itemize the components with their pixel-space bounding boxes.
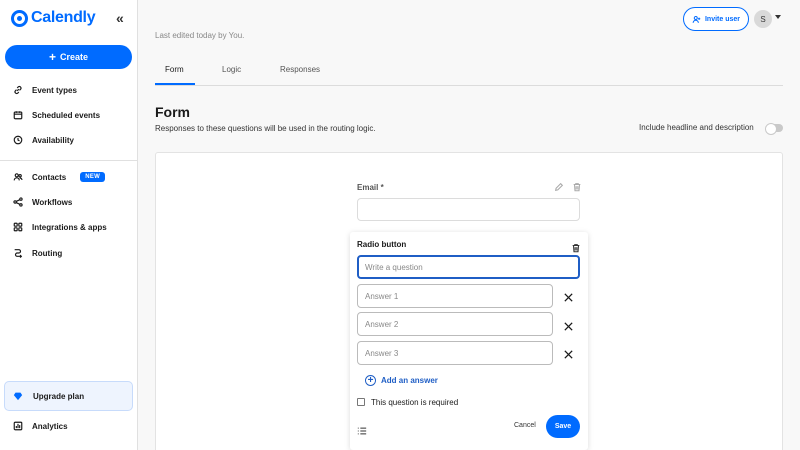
contacts-icon (12, 172, 23, 183)
new-badge: NEW (80, 172, 106, 182)
routing-icon (12, 248, 23, 259)
sidebar-item-workflows[interactable]: Workflows (12, 194, 72, 210)
radio-question-title: Radio button (357, 240, 407, 249)
close-icon[interactable] (563, 290, 574, 302)
required-checkbox-label: This question is required (371, 398, 459, 407)
sidebar-item-label: Availability (32, 135, 74, 145)
email-question-label: Email * (357, 183, 384, 192)
avatar[interactable]: S (754, 10, 772, 28)
sidebar-item-analytics[interactable]: Analytics (12, 418, 68, 434)
sidebar-item-upgrade-plan[interactable]: Upgrade plan (4, 381, 133, 411)
chevron-down-icon[interactable] (775, 15, 781, 19)
sidebar-item-label: Integrations & apps (32, 222, 107, 232)
share-nodes-icon (12, 197, 23, 208)
sidebar: Calendly « + Create Event types Schedule… (0, 0, 138, 450)
required-checkbox[interactable] (357, 398, 365, 406)
create-button[interactable]: + Create (5, 45, 132, 69)
headline-toggle[interactable] (765, 123, 783, 135)
save-button[interactable]: Save (546, 415, 580, 438)
sidebar-item-label: Routing (32, 248, 63, 258)
diamond-icon (13, 392, 23, 401)
invite-user-button[interactable]: Invite user (683, 7, 749, 31)
answer-input-3[interactable] (357, 341, 553, 365)
collapse-sidebar-icon[interactable]: « (116, 10, 124, 26)
app-name: Calendly (31, 9, 96, 26)
last-edited-text: Last edited today by You. (155, 31, 245, 40)
link-icon (12, 85, 23, 96)
clock-icon (12, 135, 23, 146)
email-field[interactable] (357, 198, 580, 221)
plus-icon: + (48, 50, 56, 64)
answer-input-1[interactable] (357, 284, 553, 308)
sidebar-item-label: Analytics (32, 421, 68, 431)
plus-circle-icon: + (365, 375, 376, 386)
close-icon[interactable] (563, 347, 574, 359)
sidebar-item-routing[interactable]: Routing (12, 245, 62, 261)
sidebar-item-label: Contacts (32, 172, 67, 182)
sidebar-item-label: Event types (32, 85, 77, 95)
page-title: Form (155, 104, 190, 120)
tab-logic[interactable]: Logic (222, 65, 241, 74)
trash-icon[interactable] (572, 182, 582, 192)
question-input[interactable] (357, 255, 580, 279)
tab-responses[interactable]: Responses (280, 65, 320, 74)
tab-form[interactable]: Form (165, 65, 184, 74)
sidebar-item-availability[interactable]: Availability (12, 132, 74, 148)
list-icon[interactable] (357, 423, 367, 441)
close-icon[interactable] (563, 319, 574, 331)
sidebar-item-label: Upgrade plan (33, 391, 85, 401)
add-answer-button[interactable]: + Add an answer (365, 375, 438, 386)
edit-icon[interactable] (554, 182, 564, 192)
sidebar-item-event-types[interactable]: Event types (12, 82, 77, 98)
add-user-icon (692, 15, 701, 23)
sidebar-item-label: Scheduled events (32, 110, 101, 120)
create-label: Create (60, 52, 89, 62)
sidebar-item-scheduled-events[interactable]: Scheduled events (12, 107, 100, 123)
active-tab-indicator (155, 83, 195, 85)
email-question-actions (554, 182, 582, 192)
form-tabs: Form Logic Responses (155, 60, 783, 86)
sidebar-divider (0, 160, 137, 161)
add-answer-label: Add an answer (381, 376, 438, 385)
bar-chart-icon (12, 421, 23, 432)
answer-input-2[interactable] (357, 312, 553, 336)
calendar-icon (12, 110, 23, 121)
sidebar-item-label: Workflows (32, 197, 73, 207)
sidebar-item-contacts[interactable]: Contacts NEW (12, 169, 106, 185)
form-description: Responses to these questions will be use… (155, 124, 376, 133)
cancel-button[interactable]: Cancel (514, 422, 536, 429)
headline-toggle-label: Include headline and description (639, 123, 754, 132)
trash-icon (572, 244, 580, 253)
grid-icon (12, 222, 23, 233)
invite-user-label: Invite user (704, 15, 740, 23)
calendly-logo-icon (11, 9, 28, 27)
calendly-logo[interactable]: Calendly (11, 9, 96, 27)
sidebar-item-integrations[interactable]: Integrations & apps (12, 219, 107, 235)
